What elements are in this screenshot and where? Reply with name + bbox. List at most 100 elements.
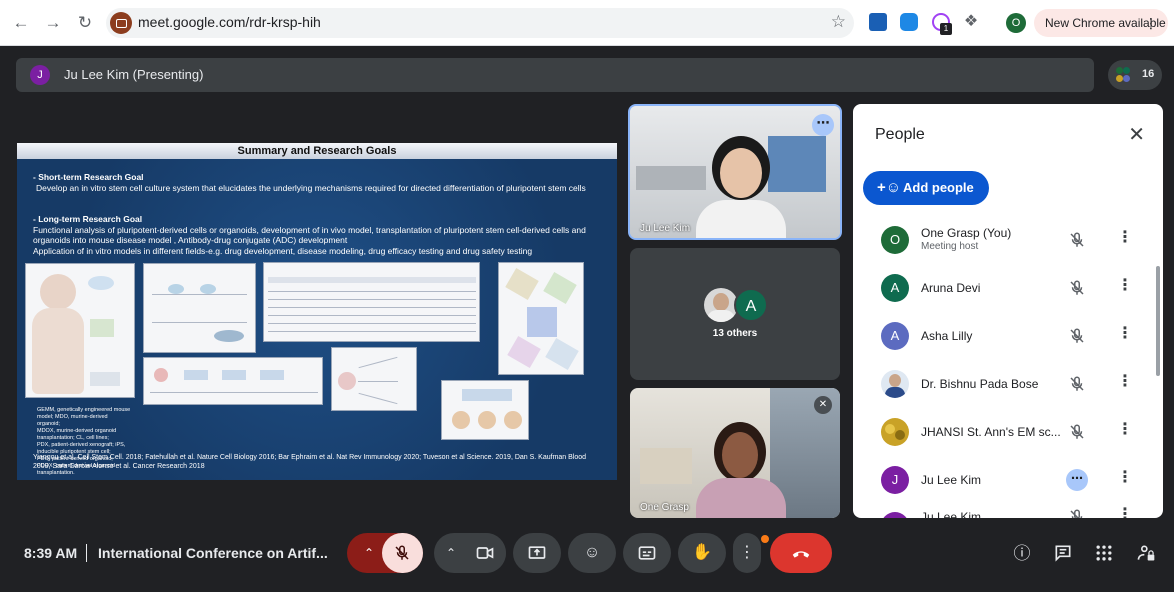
site-info-icon[interactable] (110, 12, 132, 34)
captions-icon (638, 546, 656, 560)
participant-avatar: J (881, 512, 909, 518)
captions-button[interactable] (623, 533, 671, 573)
people-list: O One Grasp (You) Meeting host ⋮ A Aruna… (863, 214, 1153, 518)
participant-avatar: J (881, 466, 909, 494)
notification-dot (761, 535, 769, 543)
meeting-info-icon[interactable]: ⓘ (1011, 543, 1033, 565)
presenter-label: Ju Lee Kim (Presenting) (64, 67, 204, 82)
others-label: 13 others (712, 328, 758, 339)
extensions-puzzle-icon[interactable]: ❖ (962, 13, 980, 31)
body-organ-figure (25, 263, 135, 398)
leave-call-button[interactable] (770, 533, 832, 573)
participant-row[interactable]: J Ju Lee Kim ⋮ (863, 502, 1149, 518)
speaking-indicator-icon: ⋯ (1066, 469, 1088, 491)
participant-more-icon[interactable]: ⋮ (1117, 373, 1133, 391)
reload-icon[interactable]: ↻ (74, 12, 96, 34)
participant-name: Asha Lilly (921, 329, 973, 343)
scrollbar-thumb[interactable] (1156, 266, 1160, 376)
participant-more-icon[interactable]: ⋮ (1117, 229, 1133, 247)
lock-person-icon (1137, 545, 1155, 561)
meeting-title: International Conference on Artif... (98, 545, 328, 561)
chevron-up-icon: ⌃ (445, 546, 457, 560)
close-icon[interactable]: ✕ (1128, 122, 1145, 147)
participant-row[interactable]: A Asha Lilly ⋮ (863, 312, 1149, 360)
comparison-table-figure (263, 262, 480, 342)
bookmark-star-icon[interactable]: ☆ (831, 12, 846, 32)
people-panel: People ✕ +☺ Add people O One Grasp (You)… (853, 104, 1163, 518)
participant-row[interactable]: O One Grasp (You) Meeting host ⋮ (863, 216, 1149, 264)
participant-row[interactable]: JHANSI St. Ann's EM sc... ⋮ (863, 408, 1149, 456)
short-term-body: Develop an in vitro stem cell culture sy… (36, 182, 586, 193)
participant-more-icon[interactable]: ⋮ (1117, 277, 1133, 295)
participant-count-button[interactable]: 16 (1108, 60, 1162, 90)
participant-more-icon[interactable]: ⋮ (1117, 469, 1133, 487)
self-tile[interactable]: ✕ One Grasp (630, 388, 840, 518)
slide-references: Yiangou et al. Cell Stem Cell. 2018; Fat… (33, 454, 587, 470)
browser-toolbar: ← → ↻ meet.google.com/rdr-krsp-hih ☆ 1 ❖… (0, 0, 1174, 46)
participant-more-icon[interactable]: ⋮ (1117, 506, 1133, 518)
chat-icon[interactable] (1052, 543, 1074, 565)
chrome-update-button[interactable]: New Chrome available ⋮ (1034, 9, 1168, 37)
self-video (630, 388, 840, 518)
speaker-tile[interactable]: ⋯ Ju Lee Kim (628, 104, 842, 240)
add-person-icon: +☺ (877, 179, 902, 196)
participant-row[interactable]: A Aruna Devi ⋮ (863, 264, 1149, 312)
background-cabinet (768, 136, 826, 192)
profile-avatar[interactable]: O (1006, 13, 1026, 33)
participant-name: One Grasp (You) (921, 226, 1012, 240)
participant-more-icon[interactable]: ⋮ (1117, 421, 1133, 439)
more-vert-icon: ⋮ (1144, 15, 1158, 31)
speaker-name: Ju Lee Kim (640, 223, 691, 234)
address-bar[interactable]: meet.google.com/rdr-krsp-hih ☆ (106, 8, 854, 38)
participant-photo-avatar (881, 370, 909, 398)
application-text: Application of in vitro models in differ… (33, 245, 533, 256)
mic-off-icon (1068, 375, 1086, 393)
participant-name: Ju Lee Kim (921, 473, 982, 487)
activities-icon[interactable] (1093, 543, 1115, 565)
url-text[interactable]: meet.google.com/rdr-krsp-hih (138, 14, 321, 30)
participant-name: Aruna Devi (921, 281, 981, 295)
pipeline-figure (143, 357, 323, 405)
people-scrollbar[interactable] (1156, 214, 1160, 514)
present-screen-button[interactable] (513, 533, 561, 573)
raise-hand-button[interactable]: ✋ (678, 533, 726, 573)
extension-screen-icon[interactable] (869, 13, 887, 31)
host-controls-icon[interactable] (1135, 543, 1157, 565)
speaker-video (630, 106, 840, 238)
extension-purple-icon[interactable]: 1 (932, 13, 952, 35)
short-term-heading: - Short-term Research Goal (33, 172, 144, 182)
person-face (722, 432, 758, 478)
more-options-button[interactable]: ⋮ (733, 533, 761, 573)
mic-off-icon (1068, 279, 1086, 297)
participant-more-icon[interactable]: ⋮ (1117, 325, 1133, 343)
participant-name: JHANSI St. Ann's EM sc... (921, 425, 1061, 439)
present-screen-icon (528, 546, 546, 559)
meeting-clock: 8:39 AM (24, 545, 78, 561)
extension-blue-icon[interactable] (900, 13, 918, 31)
others-photo-avatar (704, 288, 738, 322)
forward-arrow-icon[interactable]: → (42, 12, 64, 34)
culture-diagram-figure (143, 263, 256, 353)
reactions-button[interactable]: ☺ (568, 533, 616, 573)
camera-icon (476, 547, 494, 559)
short-term-goal: - Short-term Research Goal Develop an in… (33, 172, 593, 193)
person-shirt (696, 200, 786, 238)
participant-role: Meeting host (921, 241, 979, 252)
camera-toggle-button[interactable] (464, 533, 506, 573)
mic-toggle-button[interactable] (382, 533, 423, 573)
back-arrow-icon[interactable]: ← (10, 12, 32, 34)
add-people-button[interactable]: +☺ Add people (863, 171, 989, 205)
long-term-heading: - Long-term Research Goal (33, 214, 143, 224)
abbrev-line: GEMM, genetically engineered mouse model… (37, 407, 131, 420)
participant-row[interactable]: J Ju Lee Kim ⋯ ⋮ (863, 456, 1149, 504)
tile-options-icon[interactable]: ⋯ (812, 114, 834, 136)
participant-row[interactable]: Dr. Bishnu Pada Bose ⋮ (863, 360, 1149, 408)
presenter-bar: J Ju Lee Kim (Presenting) (16, 58, 1094, 92)
mini-avatars (1116, 67, 1130, 83)
others-letter-avatar: A (734, 288, 768, 322)
add-people-label: Add people (903, 180, 974, 195)
participant-name: Ju Lee Kim (921, 510, 982, 518)
others-tile[interactable]: A 13 others (630, 248, 840, 380)
mic-off-icon (1068, 231, 1086, 249)
grid-icon (1096, 545, 1112, 561)
